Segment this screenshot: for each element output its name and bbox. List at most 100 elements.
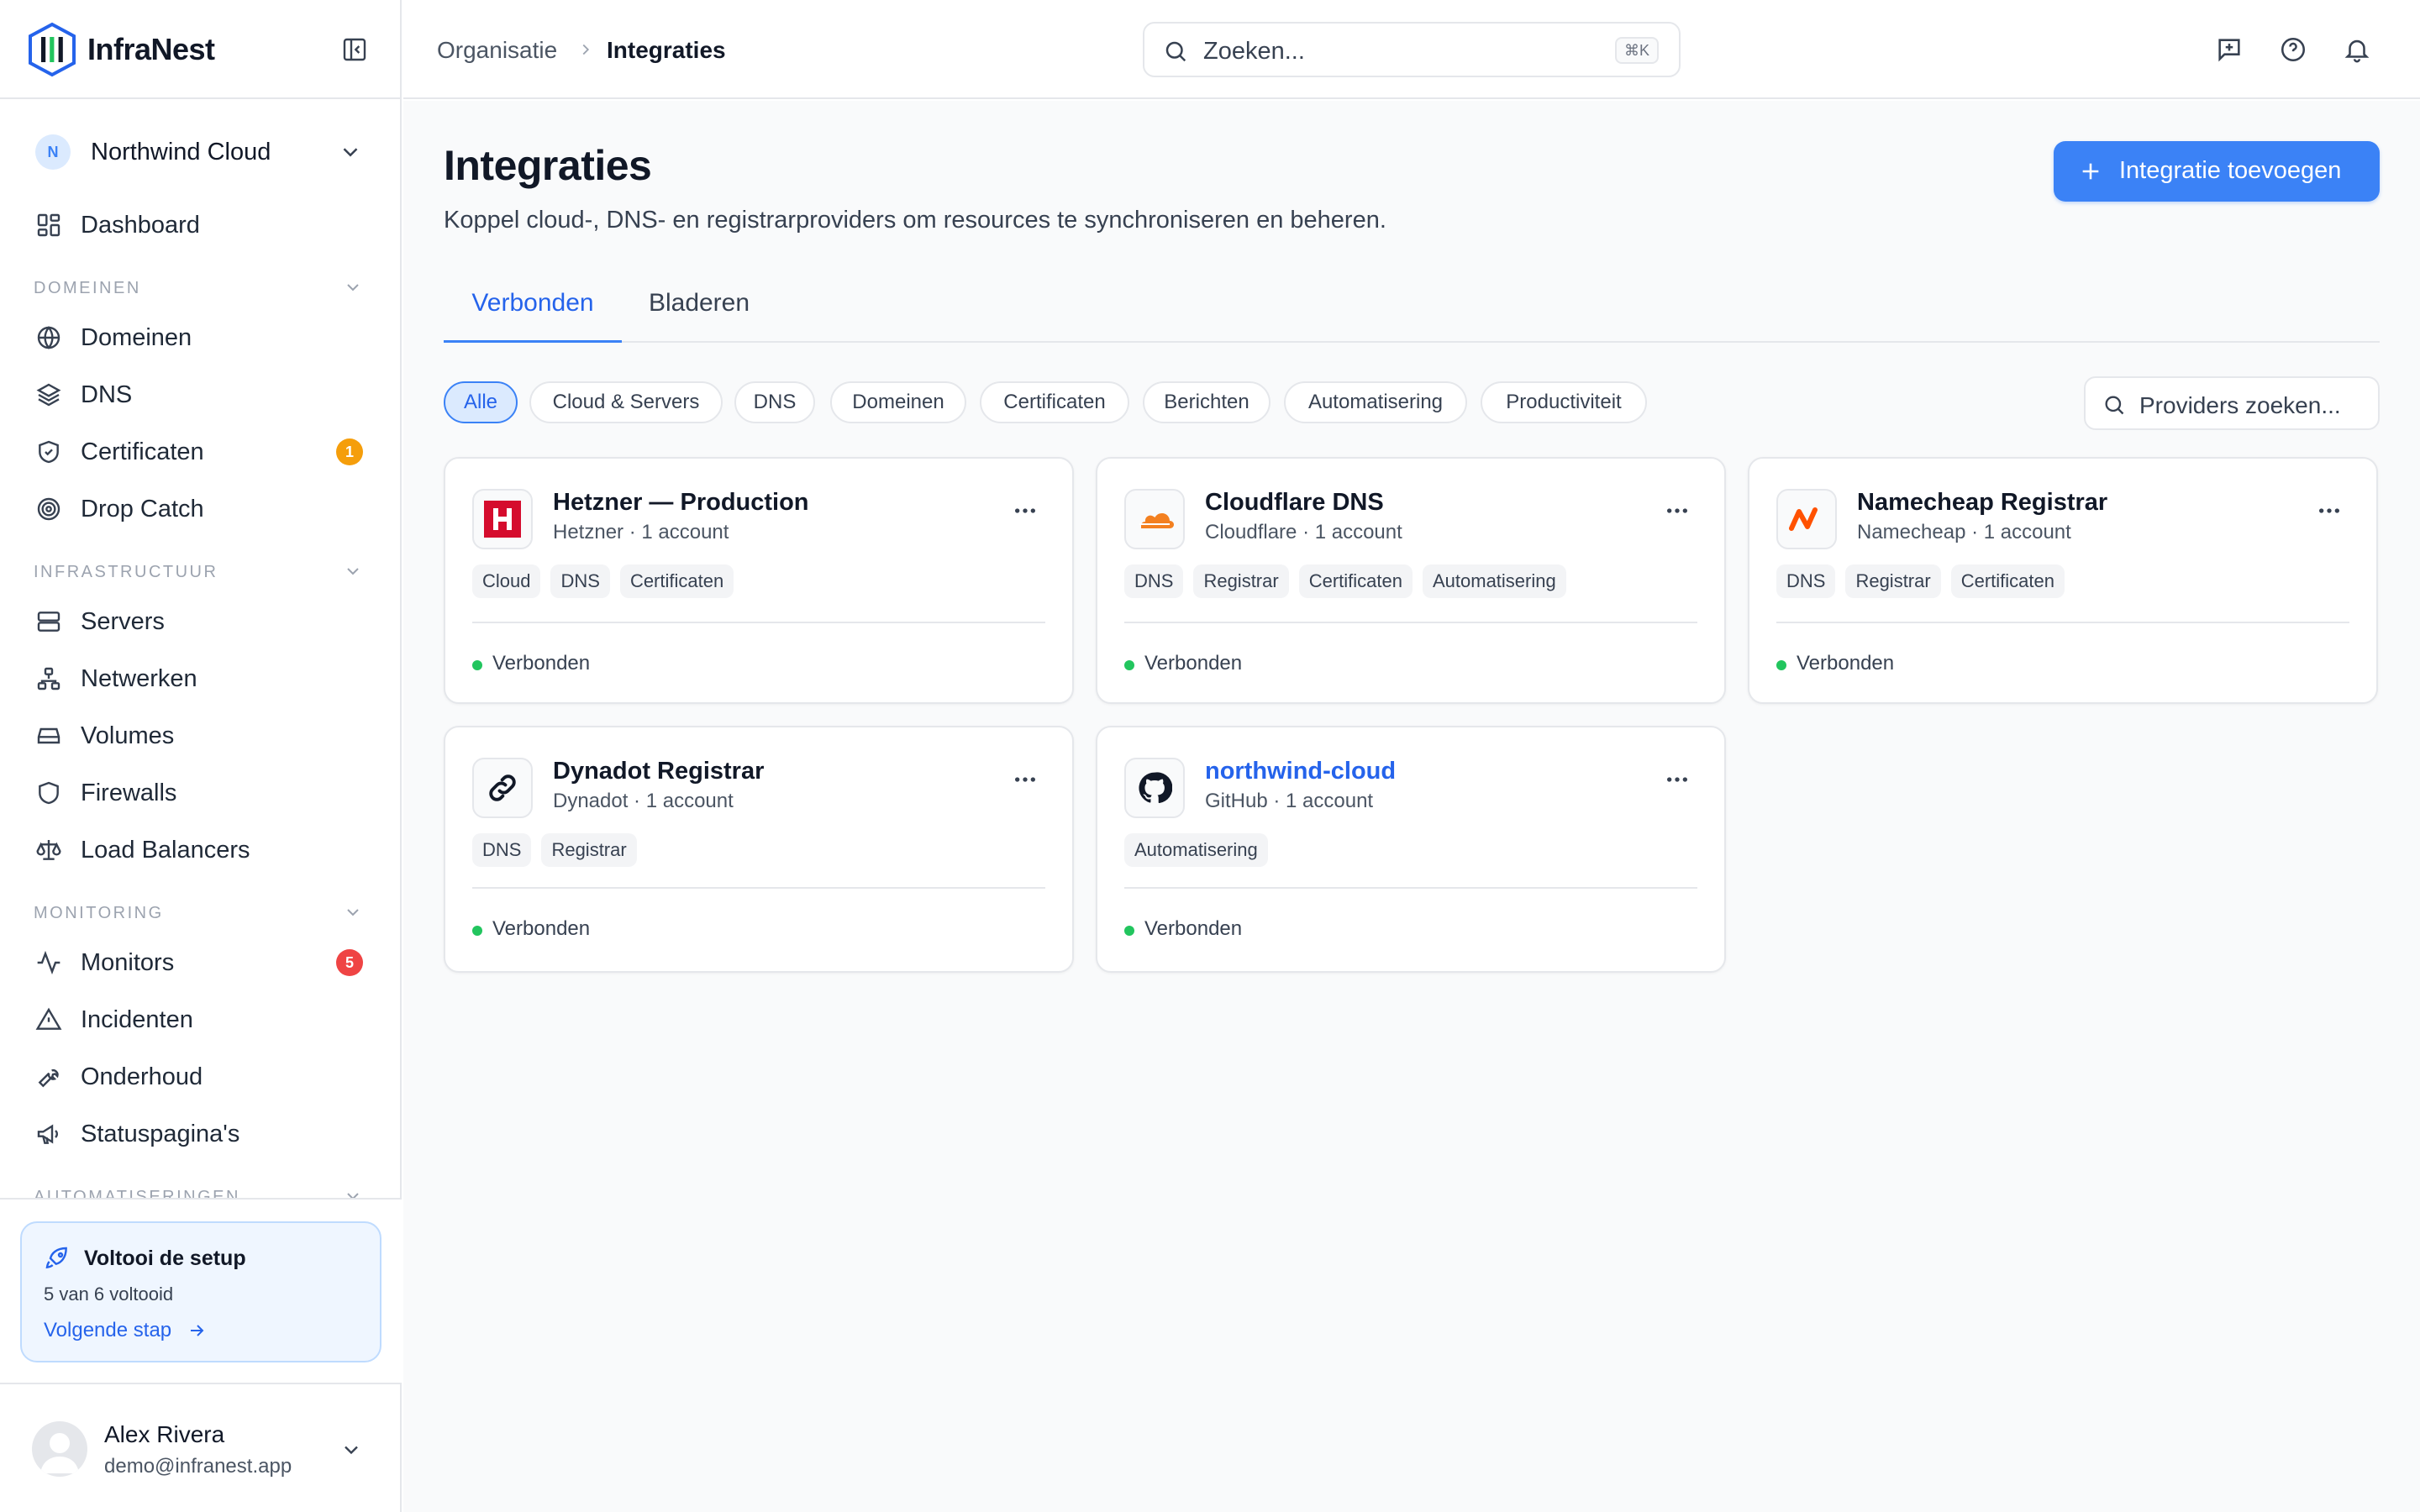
integration-card[interactable]: Hetzner — Production Hetzner · 1 account… bbox=[444, 457, 1074, 704]
sidebar-item-load-balancers[interactable]: Load Balancers bbox=[18, 825, 381, 874]
sidebar-item-volumes[interactable]: Volumes bbox=[18, 711, 381, 759]
tag: DNS bbox=[550, 564, 610, 598]
section-monitoring[interactable]: MONITORING bbox=[34, 900, 370, 926]
sidebar-item-servers[interactable]: Servers bbox=[18, 596, 381, 645]
tag: DNS bbox=[472, 833, 532, 867]
status-label: Verbonden bbox=[1144, 652, 1243, 675]
tag: Certificaten bbox=[619, 564, 734, 598]
globe-icon bbox=[37, 326, 60, 349]
filter-chip-certificates[interactable]: Certificaten bbox=[980, 381, 1129, 423]
more-horizontal-icon[interactable] bbox=[2316, 497, 2343, 524]
filter-chip-dns[interactable]: DNS bbox=[734, 381, 815, 423]
next-step-link[interactable]: Volgende stap bbox=[44, 1319, 171, 1342]
status-dot bbox=[1124, 660, 1134, 670]
chevron-down-icon bbox=[347, 568, 359, 575]
filter-chip-automation[interactable]: Automatisering bbox=[1284, 381, 1467, 423]
chevron-down-icon bbox=[343, 148, 358, 157]
integration-card[interactable]: northwind-cloud GitHub · 1 account Autom… bbox=[1096, 726, 1726, 973]
filter-chip-domains[interactable]: Domeinen bbox=[830, 381, 966, 423]
section-domains[interactable]: DOMEINEN bbox=[34, 276, 370, 301]
layers-icon bbox=[36, 383, 61, 407]
integration-name: Dynadot Registrar bbox=[553, 758, 765, 785]
user-menu[interactable]: Alex Rivera demo@infranest.app bbox=[0, 1383, 402, 1512]
divider bbox=[472, 887, 1045, 889]
integration-card[interactable]: Dynadot Registrar Dynadot · 1 account DN… bbox=[444, 726, 1074, 973]
integration-tags: DNS Registrar Certificaten bbox=[1776, 564, 2065, 600]
more-horizontal-icon[interactable] bbox=[1012, 766, 1039, 793]
search-input[interactable]: Zoeken... ⌘K bbox=[1143, 22, 1681, 77]
integration-meta: Cloudflare · 1 account bbox=[1205, 521, 1402, 543]
provider-search-input[interactable]: Providers zoeken... bbox=[2084, 376, 2380, 430]
chevron-right-icon bbox=[582, 44, 590, 55]
shield-check-icon bbox=[39, 440, 59, 464]
main-content: Integraties Koppel cloud-, DNS- en regis… bbox=[403, 101, 2420, 1512]
sidebar-item-incidents[interactable]: Incidenten bbox=[18, 995, 381, 1043]
sidebar-item-networks[interactable]: Netwerken bbox=[18, 654, 381, 702]
sidebar-item-monitors[interactable]: Monitors 5 bbox=[18, 937, 381, 986]
integration-name-link[interactable]: northwind-cloud bbox=[1205, 758, 1396, 785]
sidebar-item-firewalls[interactable]: Firewalls bbox=[18, 768, 381, 816]
integration-name: Hetzner — Production bbox=[553, 489, 809, 516]
scale-icon bbox=[36, 840, 61, 860]
tab-connected[interactable]: Verbonden bbox=[444, 289, 622, 343]
tab-browse[interactable]: Bladeren bbox=[632, 289, 766, 343]
sidebar-item-label: Firewalls bbox=[81, 780, 177, 806]
integration-meta: GitHub · 1 account bbox=[1205, 790, 1374, 812]
more-horizontal-icon[interactable] bbox=[1012, 497, 1039, 524]
sidebar-item-dns[interactable]: DNS bbox=[18, 370, 381, 418]
more-horizontal-icon[interactable] bbox=[1664, 766, 1691, 793]
integration-tags: DNS Registrar Certificaten Automatiserin… bbox=[1124, 564, 1566, 600]
sidebar-item-certificates[interactable]: Certificaten 1 bbox=[18, 427, 381, 475]
hard-drive-icon bbox=[37, 727, 60, 744]
filter-chip-all[interactable]: Alle bbox=[444, 381, 518, 423]
sidebar-item-drop-catch[interactable]: Drop Catch bbox=[18, 484, 381, 533]
bell-icon[interactable] bbox=[2343, 35, 2371, 64]
shield-icon bbox=[39, 781, 59, 805]
sidebar-item-label: Statuspagina's bbox=[81, 1121, 240, 1147]
top-bar: Organisatie Integraties Zoeken... ⌘K bbox=[403, 0, 2420, 99]
integration-card[interactable]: Namecheap Registrar Namecheap · 1 accoun… bbox=[1748, 457, 2378, 704]
filter-chip-cloud-servers[interactable]: Cloud & Servers bbox=[529, 381, 723, 423]
section-automations[interactable]: AUTOMATISERINGEN bbox=[34, 1184, 370, 1198]
tag: Certificaten bbox=[1298, 564, 1413, 598]
rocket-icon bbox=[45, 1247, 67, 1269]
breadcrumb-current: Integraties bbox=[607, 37, 726, 63]
hetzner-logo-icon bbox=[472, 489, 533, 549]
page-title: Integraties bbox=[444, 142, 652, 189]
chevron-down-icon bbox=[347, 1193, 359, 1198]
section-infrastructure[interactable]: INFRASTRUCTUUR bbox=[34, 559, 370, 585]
sidebar-item-status-pages[interactable]: Statuspagina's bbox=[18, 1109, 381, 1158]
divider bbox=[1124, 887, 1697, 889]
integration-meta: Namecheap · 1 account bbox=[1857, 521, 2071, 543]
filter-chip-productivity[interactable]: Productiviteit bbox=[1481, 381, 1647, 423]
megaphone-icon bbox=[37, 1124, 58, 1144]
breadcrumb-parent[interactable]: Organisatie bbox=[437, 37, 557, 64]
cloudflare-logo-icon bbox=[1124, 489, 1185, 549]
server-icon bbox=[37, 612, 60, 632]
tag: Registrar bbox=[1193, 564, 1289, 598]
user-name: Alex Rivera bbox=[104, 1421, 225, 1447]
more-horizontal-icon[interactable] bbox=[1664, 497, 1691, 524]
help-icon[interactable] bbox=[2279, 35, 2307, 64]
integration-name: Cloudflare DNS bbox=[1205, 489, 1384, 516]
integration-card[interactable]: Cloudflare DNS Cloudflare · 1 account DN… bbox=[1096, 457, 1726, 704]
org-switcher[interactable]: N Northwind Cloud bbox=[20, 129, 378, 175]
chevron-down-icon bbox=[347, 284, 359, 291]
integration-tags: Automatisering bbox=[1124, 833, 1268, 869]
sidebar-item-dashboard[interactable]: Dashboard bbox=[18, 200, 381, 249]
filter-chip-messages[interactable]: Berichten bbox=[1143, 381, 1270, 423]
add-integration-button[interactable]: Integratie toevoegen bbox=[2054, 141, 2380, 202]
plus-icon bbox=[2082, 163, 2099, 180]
sidebar-item-label: Dashboard bbox=[81, 212, 200, 239]
arrow-right-icon[interactable] bbox=[187, 1320, 207, 1341]
add-integration-label: Integratie toevoegen bbox=[2119, 157, 2342, 184]
feedback-icon[interactable] bbox=[2215, 35, 2244, 64]
sidebar-item-maintenance[interactable]: Onderhoud bbox=[18, 1052, 381, 1100]
integration-name: Namecheap Registrar bbox=[1857, 489, 2108, 516]
section-label: DOMEINEN bbox=[34, 279, 141, 297]
sidebar-item-domains[interactable]: Domeinen bbox=[18, 312, 381, 361]
target-icon bbox=[37, 497, 60, 521]
sidebar-collapse-icon[interactable] bbox=[341, 36, 368, 63]
github-logo-icon bbox=[1124, 758, 1185, 818]
section-label: MONITORING bbox=[34, 904, 164, 922]
